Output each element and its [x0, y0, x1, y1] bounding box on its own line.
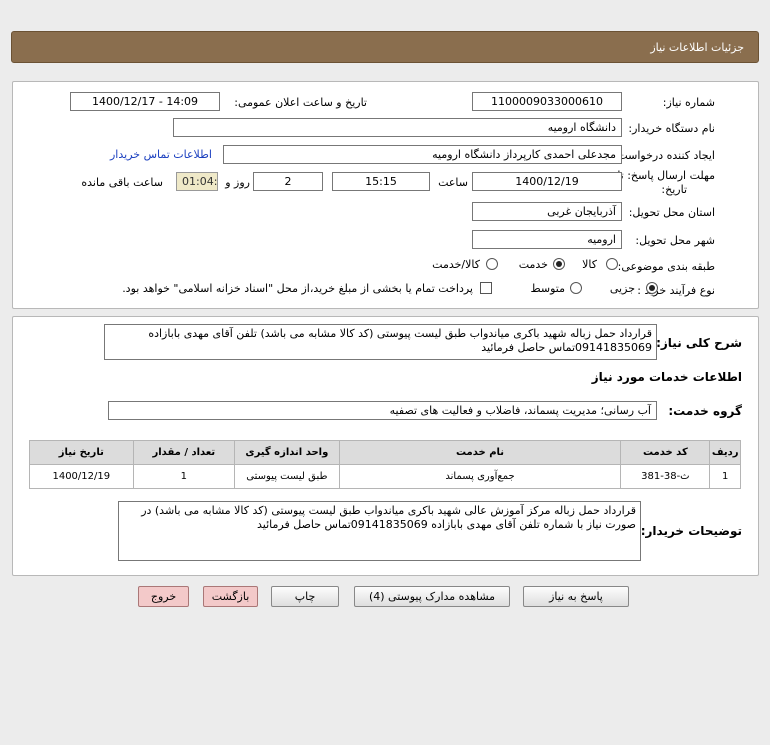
page-header: جزئیات اطلاعات نیاز: [11, 31, 759, 63]
category-service-radio[interactable]: [553, 258, 565, 270]
deadline-date-field: 1400/12/19: [472, 172, 622, 191]
need-number-field: 1100009033000610: [472, 92, 622, 111]
process-minor-radio[interactable]: [646, 282, 658, 294]
creator-field: مجدعلی احمدی کارپرداز دانشگاه ارومیه: [223, 145, 622, 164]
table-row: 1 ث-38-381 جمع‌آوری پسماند طبق لیست پیوس…: [29, 464, 741, 489]
reply-button[interactable]: پاسخ به نیاز: [523, 586, 629, 607]
category-goods-label: کالا: [582, 258, 597, 271]
city-label: شهر محل تحویل:: [635, 234, 715, 247]
exit-button[interactable]: خروج: [138, 586, 189, 607]
province-field: آذربایجان غربی: [472, 202, 622, 221]
days-label: روز و: [225, 176, 250, 189]
buyer-notes-label: توضیحات خریدار:: [640, 524, 742, 538]
col-code-header: کد خدمت: [620, 440, 711, 465]
cell-date: 1400/12/19: [29, 464, 134, 489]
cell-name: جمع‌آوری پسماند: [338, 464, 622, 489]
remaining-label: ساعت باقی مانده: [81, 176, 163, 189]
cell-row: 1: [709, 464, 741, 489]
remaining-time-field: 01:04:15: [176, 172, 218, 191]
col-row-header: ردیف: [709, 440, 741, 465]
deadline-time-field: 15:15: [332, 172, 430, 191]
service-group-label: گروه خدمت:: [668, 404, 742, 418]
days-field: 2: [253, 172, 323, 191]
category-goods-radio[interactable]: [606, 258, 618, 270]
deadline-label-1: مهلت ارسال پاسخ: تا: [617, 169, 715, 182]
deadline-time-label: ساعت: [438, 176, 468, 189]
services-table: ردیف کد خدمت نام خدمت واحد اندازه گیری ت…: [29, 440, 741, 489]
services-section-title: اطلاعات خدمات مورد نیاز: [591, 370, 742, 384]
buyer-notes-text: قرارداد حمل زباله مرکز آموزش عالی شهید ب…: [118, 501, 641, 561]
category-service-label: خدمت: [518, 258, 548, 271]
announce-label: تاریخ و ساعت اعلان عمومی:: [234, 96, 367, 109]
col-unit-header: واحد اندازه گیری: [234, 440, 340, 465]
category-label: طبقه بندی موضوعی:: [617, 260, 715, 273]
announce-field: 1400/12/17 - 14:09: [70, 92, 220, 111]
cell-unit: طبق لیست پیوستی: [234, 464, 340, 489]
need-number-label: شماره نیاز:: [662, 96, 715, 109]
province-label: استان محل تحویل:: [628, 206, 715, 219]
view-attachments-button[interactable]: مشاهده مدارک پیوستی (4): [354, 586, 510, 607]
process-medium-label: متوسط: [530, 282, 565, 295]
process-medium-radio[interactable]: [570, 282, 582, 294]
page-title: جزئیات اطلاعات نیاز: [650, 41, 744, 54]
creator-label: ایجاد کننده درخواست:: [613, 149, 715, 162]
treasury-payment-checkbox[interactable]: [480, 282, 492, 294]
print-button[interactable]: چاپ: [271, 586, 339, 607]
buyer-contact-link[interactable]: اطلاعات تماس خریدار: [110, 148, 212, 161]
buyer-label: نام دستگاه خریدار:: [628, 122, 715, 135]
summary-label: شرح کلی نیاز:: [656, 336, 742, 350]
col-date-header: تاریخ نیاز: [29, 440, 134, 465]
summary-text: قرارداد حمل زباله شهید باکری میاندواب طب…: [104, 324, 657, 360]
back-button[interactable]: بازگشت: [203, 586, 258, 607]
treasury-payment-note: پرداخت تمام یا بخشی از مبلغ خرید،از محل …: [122, 282, 473, 295]
category-goods-service-label: کالا/خدمت: [432, 258, 480, 271]
deadline-label-2: تاریخ:: [661, 183, 687, 196]
table-header-row: ردیف کد خدمت نام خدمت واحد اندازه گیری ت…: [29, 440, 741, 465]
cell-qty: 1: [132, 464, 236, 489]
process-minor-label: جزیی: [609, 282, 635, 295]
col-name-header: نام خدمت: [338, 440, 622, 465]
city-field: ارومیه: [472, 230, 622, 249]
cell-code: ث-38-381: [620, 464, 711, 489]
category-goods-service-radio[interactable]: [486, 258, 498, 270]
need-info-panel: [12, 81, 759, 309]
service-group-field: آب رسانی؛ مدیریت پسماند، فاضلاب و فعالیت…: [108, 401, 657, 420]
col-qty-header: تعداد / مقدار: [132, 440, 236, 465]
buyer-field: دانشگاه ارومیه: [173, 118, 622, 137]
